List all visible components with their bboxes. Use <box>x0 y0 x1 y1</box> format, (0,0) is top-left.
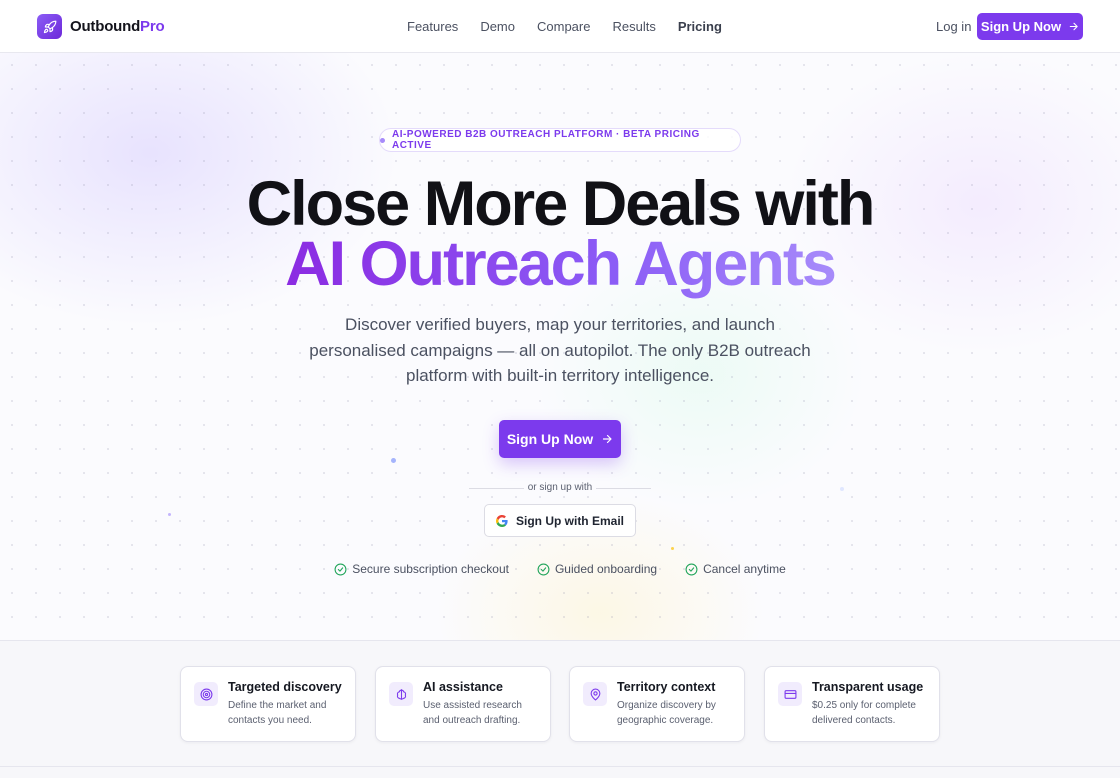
nav-link-results[interactable]: Results <box>612 19 655 34</box>
hero-description: Discover verified buyers, map your terri… <box>309 315 811 385</box>
hero-signup-label: Sign Up Now <box>506 431 594 447</box>
sparkle-dot <box>391 458 396 463</box>
feature-title: Transparent usage <box>812 680 924 694</box>
feature-card-transparent-usage: Transparent usage $0.25 only for complet… <box>764 666 940 742</box>
brand-name-main: Outbound <box>70 18 141 35</box>
hero-signup-button[interactable]: Sign Up Now <box>499 420 621 458</box>
trust-check-item: Cancel anytime <box>685 562 786 576</box>
trust-check-label: Guided onboarding <box>554 562 658 576</box>
trust-check-label: Cancel anytime <box>703 562 786 576</box>
feature-card-ai-assistance: AI assistance Use assisted research and … <box>375 666 551 742</box>
email-signup-button[interactable]: Sign Up with Email <box>484 504 636 537</box>
trust-check-label: Secure subscription checkout <box>352 562 509 576</box>
feature-title: AI assistance <box>423 680 503 694</box>
check-circle-icon <box>685 563 698 575</box>
brain-icon <box>389 682 413 706</box>
google-icon <box>495 514 508 527</box>
nav-link-compare[interactable]: Compare <box>537 19 590 34</box>
rocket-icon <box>37 14 62 39</box>
feature-card-territory-context: Territory context Organize discovery by … <box>569 666 745 742</box>
features-strip: Targeted discovery Define the market and… <box>0 640 1120 778</box>
nav-signup-button[interactable]: Sign Up Now <box>977 13 1083 40</box>
nav-link-pricing[interactable]: Pricing <box>678 19 722 34</box>
arrow-right-icon <box>1069 22 1078 31</box>
login-link[interactable]: Log in <box>936 19 971 34</box>
target-icon <box>194 682 218 706</box>
sparkle-dot <box>671 547 674 550</box>
brand-name-accent: Pro <box>140 18 165 35</box>
divider-right <box>596 488 651 489</box>
hero-headline-line2: AI Outreach Agents <box>0 229 1120 299</box>
feature-title: Territory context <box>617 680 716 694</box>
hero-section: AI-POWERED B2B OUTREACH PLATFORM · BETA … <box>0 53 1120 640</box>
section-divider <box>0 766 1120 767</box>
brand[interactable]: OutboundPro <box>37 14 165 39</box>
nav-signup-label: Sign Up Now <box>980 19 1062 34</box>
hero-headline-gradient-text: AI Outreach Agents <box>285 229 837 299</box>
arrow-right-icon <box>603 434 612 444</box>
nav-links: Features Demo Compare Results Pricing <box>407 19 744 34</box>
check-circle-icon <box>334 563 347 575</box>
top-navbar: OutboundPro Features Demo Compare Result… <box>0 0 1120 53</box>
feature-description: Define the market and contacts you need. <box>228 700 327 726</box>
nav-link-demo[interactable]: Demo <box>480 19 515 34</box>
email-signup-label: Sign Up with Email <box>515 513 624 528</box>
trust-checks: Secure subscription checkout Guided onbo… <box>0 562 1120 576</box>
nav-link-features[interactable]: Features <box>407 19 458 34</box>
map-pin-icon <box>583 682 607 706</box>
brand-name: OutboundPro <box>70 18 165 35</box>
or-signup-text: or sign up with <box>527 482 593 493</box>
beta-badge-text: AI-POWERED B2B OUTREACH PLATFORM · BETA … <box>391 129 700 151</box>
beta-badge: AI-POWERED B2B OUTREACH PLATFORM · BETA … <box>379 128 741 152</box>
feature-description: Organize discovery by geographic coverag… <box>617 700 716 726</box>
trust-check-item: Secure subscription checkout <box>334 562 509 576</box>
trust-check-item: Guided onboarding <box>537 562 657 576</box>
credit-card-icon <box>778 682 802 706</box>
check-circle-icon <box>537 563 550 575</box>
feature-title: Targeted discovery <box>228 680 342 694</box>
feature-card-targeted-discovery: Targeted discovery Define the market and… <box>180 666 356 742</box>
feature-description: $0.25 only for complete delivered contac… <box>812 700 916 726</box>
badge-dot-icon <box>380 137 385 143</box>
sparkle-dot <box>168 513 171 516</box>
feature-description: Use assisted research and outreach draft… <box>423 700 522 726</box>
